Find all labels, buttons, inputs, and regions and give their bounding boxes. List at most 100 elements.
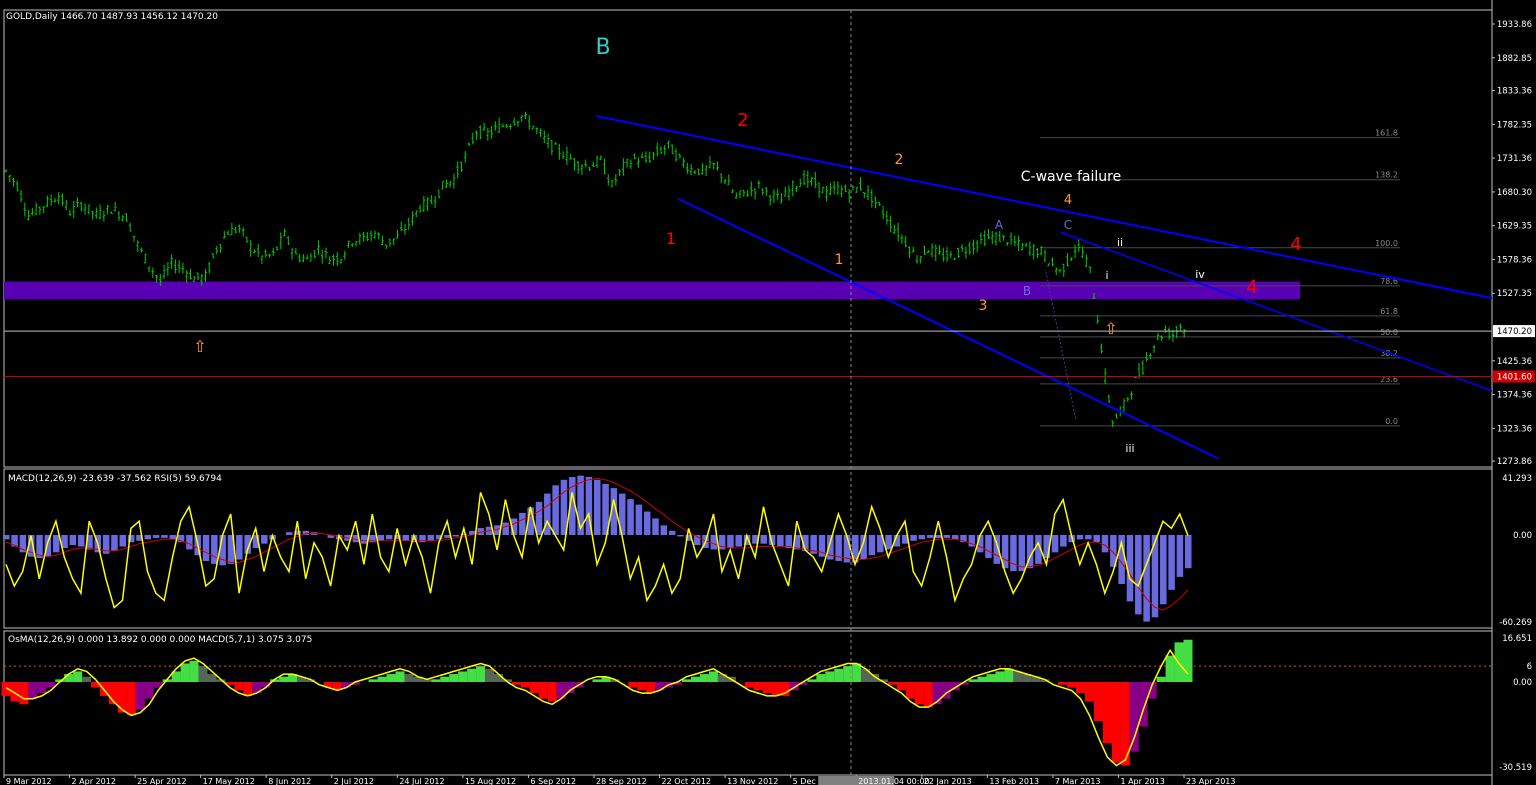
- wave-label: B: [595, 35, 610, 60]
- wave-label: C-wave failure: [1021, 169, 1121, 185]
- macd-bar: [985, 535, 992, 559]
- y-tick-label: 1374.36: [1497, 391, 1532, 401]
- wave-label: 4: [1246, 277, 1257, 298]
- y-tick-label: 1323.36: [1497, 424, 1532, 434]
- macd-bar: [236, 535, 243, 560]
- macd-bar: [1010, 535, 1017, 572]
- macd-bar: [519, 512, 526, 535]
- osma-panel-title: OsMA(12,26,9) 0.000 13.892 0.000 0.000 M…: [8, 635, 312, 645]
- osma-bar: [834, 668, 844, 682]
- macd-bar: [668, 530, 676, 535]
- osma-bar: [592, 679, 602, 682]
- y-tick-label: 1933.86: [1497, 20, 1532, 30]
- osma-bar: [404, 674, 414, 682]
- wave-label: 4: [1290, 234, 1301, 255]
- osma-bar: [1067, 682, 1077, 688]
- macd-bar: [1060, 535, 1067, 547]
- macd-bar: [286, 532, 293, 535]
- osma-bar: [995, 671, 1005, 682]
- macd-bar: [868, 535, 876, 556]
- osma-bar: [135, 682, 145, 710]
- up-arrow-icon: ⇧: [193, 337, 206, 356]
- macd-bar: [427, 535, 435, 541]
- y-tick-label: 1680.30: [1497, 188, 1532, 198]
- osma-bar: [476, 666, 486, 682]
- macd-bar: [910, 535, 917, 541]
- osma-bar: [896, 682, 906, 691]
- osma-bar: [243, 682, 253, 696]
- osma-bar: [1058, 682, 1068, 685]
- y-tick-label: 1882.85: [1497, 54, 1532, 64]
- osma-bar: [64, 674, 74, 682]
- macd-bar: [535, 501, 543, 535]
- osma-bar: [458, 671, 468, 682]
- macd-bar: [943, 535, 951, 538]
- macd-bar: [402, 535, 410, 541]
- macd-bar: [52, 535, 60, 553]
- osma-bar: [538, 682, 548, 699]
- macd-bar: [385, 535, 393, 540]
- macd-bar: [1160, 535, 1167, 605]
- macd-bar: [918, 535, 926, 540]
- wave-label: A: [995, 218, 1004, 232]
- osma-bar: [816, 674, 826, 682]
- macd-bar: [777, 535, 784, 547]
- osma-bar: [1085, 682, 1094, 702]
- macd-bar: [560, 479, 568, 535]
- osma-y-label: 16.651: [1502, 634, 1532, 644]
- osma-bar: [189, 660, 199, 682]
- osma-bar: [37, 682, 47, 694]
- y-tick-label: 1527.35: [1497, 289, 1532, 299]
- macd-bar: [735, 535, 743, 547]
- fib-level-label: 138.2: [1375, 171, 1398, 180]
- macd-bar: [1135, 535, 1142, 615]
- x-tick-label: 25 Apr 2012: [137, 777, 186, 785]
- wave-label: 2: [895, 152, 904, 168]
- macd-bar: [119, 535, 127, 547]
- wave-label: 1: [835, 252, 844, 268]
- osma-bar: [1129, 682, 1139, 752]
- wave-label: 4: [1064, 193, 1072, 208]
- y-tick-label: 1782.35: [1497, 120, 1532, 130]
- x-tick-label: 9 Mar 2012: [6, 777, 52, 785]
- macd-bar: [152, 535, 160, 538]
- x-tick-label: 13 Nov 2012: [727, 777, 778, 785]
- x-tick-label: 17 May 2012: [203, 777, 255, 785]
- macd-y-label: 0.00: [1513, 531, 1532, 541]
- osma-bar: [637, 682, 647, 691]
- macd-bar: [1076, 535, 1084, 540]
- macd-y-label: 41.293: [1502, 474, 1532, 484]
- price-badge-label: 1401.60: [1497, 373, 1532, 383]
- osma-y-label: 0.00: [1513, 678, 1532, 688]
- x-tick-label: 22 Jan 2013: [924, 777, 972, 785]
- osma-y-label: 6: [1527, 662, 1532, 672]
- macd-bar: [1051, 535, 1059, 553]
- osma-bar: [520, 682, 530, 688]
- x-tick-label: 2013.01.04 00:00: [858, 777, 929, 785]
- osma-bar: [1102, 682, 1112, 744]
- osma-bar: [368, 679, 378, 682]
- osma-bar: [28, 682, 38, 699]
- macd-bar: [77, 535, 85, 547]
- x-tick-label: 6 Sep 2012: [530, 777, 576, 785]
- macd-y-label: -60.269: [1499, 618, 1532, 628]
- osma-bar: [762, 682, 772, 694]
- macd-bar: [727, 535, 734, 548]
- osma-bar: [807, 679, 817, 682]
- wave-label: ii: [1117, 236, 1123, 249]
- osma-bar: [234, 682, 244, 691]
- macd-bar: [926, 535, 934, 538]
- osma-bar: [117, 682, 127, 713]
- osma-bar: [699, 674, 709, 682]
- x-tick-label: 24 Jul 2012: [399, 777, 444, 785]
- osma-bar: [1111, 682, 1121, 763]
- wave-label: 3: [979, 298, 988, 314]
- osma-bar: [431, 679, 441, 682]
- macd-bar: [452, 535, 459, 537]
- osma-y-label: -30.519: [1499, 763, 1532, 773]
- osma-bar: [923, 682, 933, 708]
- osma-bar: [279, 676, 289, 682]
- macd-bar: [1176, 535, 1184, 577]
- x-tick-label: 13 Feb 2013: [989, 777, 1039, 785]
- osma-bar: [19, 682, 29, 705]
